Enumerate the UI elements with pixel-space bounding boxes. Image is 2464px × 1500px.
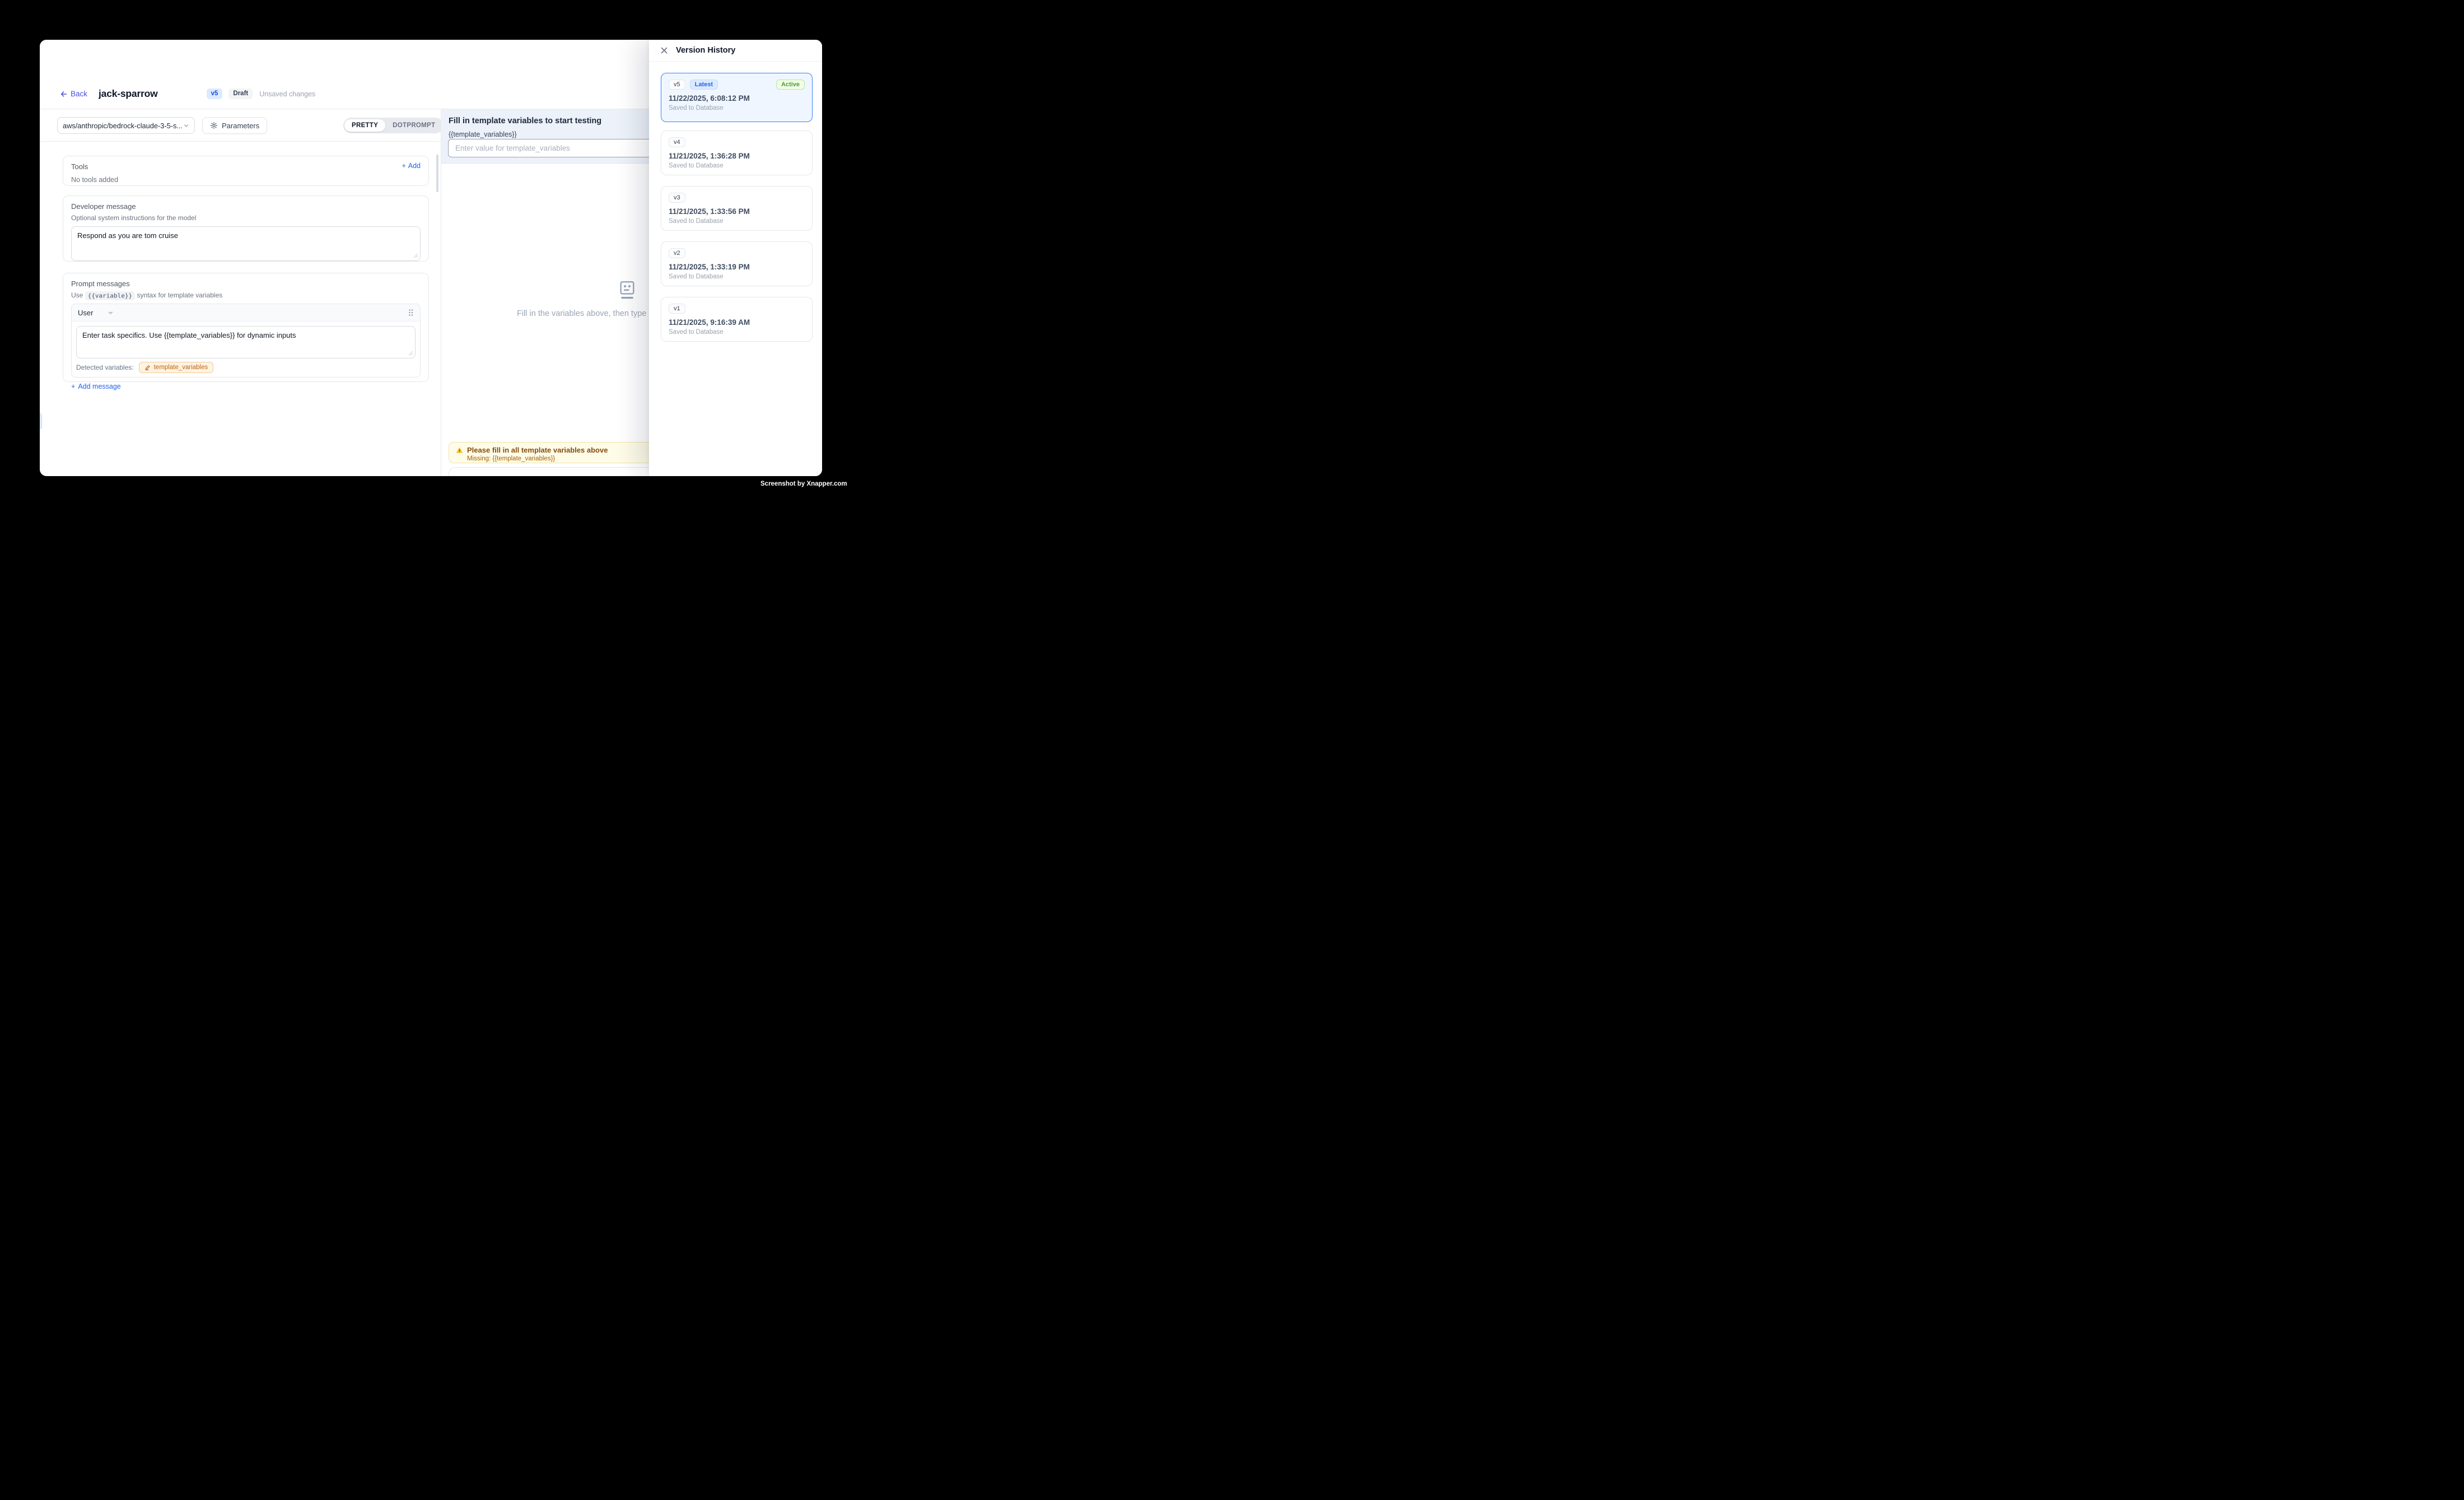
screenshot-stage: Back jack-sparrow v5 Draft Unsaved chang… <box>0 0 862 525</box>
plus-icon: + <box>402 162 405 170</box>
version-saved-label: Saved to Database <box>669 273 805 280</box>
tools-card: Tools + Add No tools added <box>63 156 429 186</box>
gear-icon <box>210 122 218 129</box>
version-badge: v5 <box>207 88 223 100</box>
add-tool-label: Add <box>408 162 421 170</box>
prompt-messages-card: Prompt messages Use {{variable}} syntax … <box>63 273 429 382</box>
chevron-down-icon <box>108 310 114 316</box>
close-icon[interactable] <box>660 46 668 54</box>
developer-message-title: Developer message <box>71 202 421 211</box>
toggle-dotprompt[interactable]: DOTPROMPT <box>385 119 442 132</box>
subtitle-suffix: syntax for template variables <box>137 291 223 299</box>
role-selector[interactable]: User <box>78 309 114 317</box>
version-saved-label: Saved to Database <box>669 218 805 225</box>
version-timestamp: 11/22/2025, 6:08:12 PM <box>669 94 805 103</box>
version-card-v3[interactable]: v3 11/21/2025, 1:33:56 PM Saved to Datab… <box>661 186 813 231</box>
version-saved-label: Saved to Database <box>669 105 805 111</box>
version-card-v5[interactable]: v5 Latest Active 11/22/2025, 6:08:12 PM … <box>661 73 813 122</box>
developer-message-card: Developer message Optional system instru… <box>63 195 429 262</box>
message-header: User <box>72 304 420 322</box>
empty-state-message: Fill in the variables above, then type <box>517 309 646 318</box>
no-tools-label: No tools added <box>71 176 421 184</box>
drag-handle-icon[interactable] <box>408 309 414 316</box>
tools-title: Tools <box>71 162 421 171</box>
template-variable-chip[interactable]: template_variables <box>139 362 214 373</box>
version-history-drawer: Version History v5 Latest Active 11/22/2… <box>649 40 822 476</box>
message-input[interactable]: Enter task specifics. Use {{template_var… <box>76 326 416 358</box>
detected-variables-label: Detected variables: <box>76 364 134 371</box>
page-title: jack-sparrow <box>99 88 158 100</box>
back-label: Back <box>71 90 87 98</box>
toolbar-divider <box>40 141 441 142</box>
prompt-messages-title: Prompt messages <box>71 279 421 288</box>
parameters-label: Parameters <box>222 122 259 130</box>
warning-title: Please fill in all template variables ab… <box>467 446 608 454</box>
version-chip: v1 <box>669 304 685 314</box>
version-chip: v2 <box>669 248 685 258</box>
toggle-pretty[interactable]: PRETTY <box>344 119 385 132</box>
add-tool-button[interactable]: + Add <box>402 162 421 170</box>
chevron-down-icon <box>183 123 189 129</box>
back-button[interactable]: Back <box>60 90 87 98</box>
subtitle-prefix: Use <box>71 291 83 299</box>
variable-syntax-chip: {{variable}} <box>85 291 135 300</box>
version-card-v1[interactable]: v1 11/21/2025, 9:16:39 AM Saved to Datab… <box>661 297 813 342</box>
left-edge-peek <box>40 413 42 429</box>
draft-badge: Draft <box>228 88 253 100</box>
unsaved-changes-label: Unsaved changes <box>259 90 315 98</box>
scrollbar-thumb[interactable] <box>436 155 438 192</box>
version-timestamp: 11/21/2025, 1:33:19 PM <box>669 263 805 271</box>
plus-icon: + <box>71 383 75 390</box>
robot-icon <box>618 280 637 304</box>
watermark-label: Screenshot by Xnapper.com <box>760 481 847 487</box>
model-toolbar: aws/anthropic/bedrock-claude-3-5-s... Pa… <box>40 109 441 141</box>
version-chip: v4 <box>669 137 685 147</box>
template-variable-chip-label: template_variables <box>154 364 208 371</box>
developer-message-subtitle: Optional system instructions for the mod… <box>71 214 421 222</box>
add-message-label: Add message <box>78 383 120 390</box>
version-saved-label: Saved to Database <box>669 162 805 169</box>
message-block: User Enter task specifics. Use {{templat… <box>71 304 421 378</box>
version-card-v4[interactable]: v4 11/21/2025, 1:36:28 PM Saved to Datab… <box>661 131 813 175</box>
app-window: Back jack-sparrow v5 Draft Unsaved chang… <box>40 40 822 476</box>
prompt-messages-subtitle: Use {{variable}} syntax for template var… <box>71 291 421 299</box>
model-selector-value: aws/anthropic/bedrock-claude-3-5-s... <box>63 122 183 130</box>
latest-badge: Latest <box>690 80 718 90</box>
version-timestamp: 11/21/2025, 9:16:39 AM <box>669 318 805 327</box>
version-timestamp: 11/21/2025, 1:33:56 PM <box>669 207 805 216</box>
model-selector[interactable]: aws/anthropic/bedrock-claude-3-5-s... <box>57 117 195 134</box>
version-saved-label: Saved to Database <box>669 329 805 336</box>
version-timestamp: 11/21/2025, 1:36:28 PM <box>669 152 805 160</box>
pencil-icon <box>144 365 151 371</box>
add-message-button[interactable]: + Add message <box>71 383 421 390</box>
arrow-left-icon <box>60 90 68 98</box>
role-value: User <box>78 309 93 317</box>
version-chip: v3 <box>669 193 685 203</box>
version-chip: v5 <box>669 80 685 90</box>
warning-triangle-icon <box>456 446 463 454</box>
parameters-button[interactable]: Parameters <box>202 117 267 134</box>
drawer-title: Version History <box>676 46 735 55</box>
version-card-v2[interactable]: v2 11/21/2025, 1:33:19 PM Saved to Datab… <box>661 241 813 286</box>
developer-message-input[interactable]: Respond as you are tom cruise <box>71 226 421 261</box>
active-badge: Active <box>776 80 805 90</box>
format-toggle: PRETTY DOTPROMPT <box>343 118 444 133</box>
drawer-header: Version History <box>649 40 822 62</box>
